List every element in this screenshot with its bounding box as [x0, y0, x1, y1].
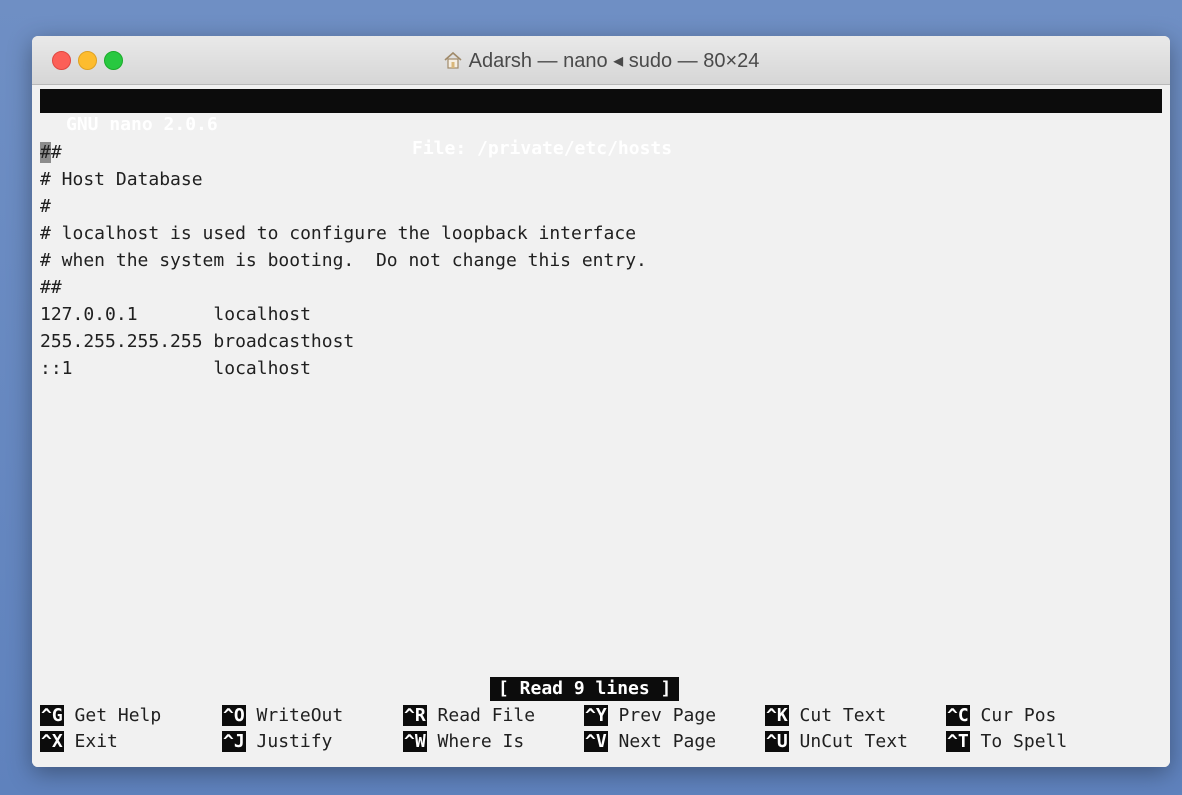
status-message: [ Read 9 lines ] — [490, 677, 680, 701]
shortcut-prev-page[interactable]: ^Y Prev Page — [584, 703, 716, 729]
window-title: Adarsh — nano ◂ sudo — 80×24 — [32, 48, 1170, 73]
home-icon — [444, 51, 462, 69]
text-line: # Host Database — [40, 169, 203, 190]
shortcut-label: Where Is — [437, 731, 525, 752]
shortcut-key: ^O — [222, 705, 246, 726]
shortcut-label: WriteOut — [256, 705, 344, 726]
shortcut-key: ^T — [946, 731, 970, 752]
shortcut-label: Read File — [437, 705, 536, 726]
shortcut-label: UnCut Text — [799, 731, 908, 752]
shortcut-writeout[interactable]: ^O WriteOut — [222, 703, 343, 729]
shortcut-cur-pos[interactable]: ^C Cur Pos — [946, 703, 1056, 729]
window-title-text: Adarsh — nano ◂ sudo — 80×24 — [468, 50, 760, 72]
terminal-content[interactable]: GNU nano 2.0.6 File: /private/etc/hosts … — [32, 85, 1170, 767]
shortcut-label: Justify — [256, 731, 333, 752]
terminal-window: Adarsh — nano ◂ sudo — 80×24 GNU nano 2.… — [32, 36, 1170, 767]
text-line: 127.0.0.1 localhost — [40, 304, 311, 325]
shortcut-key: ^V — [584, 731, 608, 752]
shortcut-get-help[interactable]: ^G Get Help — [40, 703, 161, 729]
shortcut-justify[interactable]: ^J Justify — [222, 729, 332, 755]
shortcut-label: To Spell — [980, 731, 1068, 752]
shortcut-read-file[interactable]: ^R Read File — [403, 703, 535, 729]
nano-header-bar: GNU nano 2.0.6 File: /private/etc/hosts — [40, 89, 1162, 159]
shortcut-where-is[interactable]: ^W Where Is — [403, 729, 524, 755]
shortcut-key: ^G — [40, 705, 64, 726]
shortcut-key: ^R — [403, 705, 427, 726]
shortcut-label: Cur Pos — [980, 705, 1057, 726]
shortcut-to-spell[interactable]: ^T To Spell — [946, 729, 1067, 755]
shortcut-label: Get Help — [74, 705, 162, 726]
shortcut-key: ^K — [765, 705, 789, 726]
text-line: # — [40, 196, 51, 217]
shortcut-exit[interactable]: ^X Exit — [40, 729, 118, 755]
text-line: ::1 localhost — [40, 358, 311, 379]
shortcut-label: Next Page — [618, 731, 717, 752]
shortcut-key: ^J — [222, 731, 246, 752]
text-line: # when the system is booting. Do not cha… — [40, 250, 647, 271]
shortcut-key: ^Y — [584, 705, 608, 726]
text-line: 255.255.255.255 broadcasthost — [40, 331, 355, 352]
shortcut-key: ^C — [946, 705, 970, 726]
shortcut-uncut-text[interactable]: ^U UnCut Text — [765, 729, 908, 755]
text-line: # localhost is used to configure the loo… — [40, 223, 637, 244]
text-cursor: # — [40, 142, 51, 163]
file-name: File: /private/etc/hosts — [412, 138, 673, 159]
shortcut-label: Cut Text — [799, 705, 887, 726]
shortcut-key: ^X — [40, 731, 64, 752]
shortcut-label: Exit — [74, 731, 118, 752]
nano-version: GNU nano 2.0.6 — [66, 114, 218, 135]
shortcut-key: ^W — [403, 731, 427, 752]
shortcut-label: Prev Page — [618, 705, 717, 726]
shortcut-key: ^U — [765, 731, 789, 752]
shortcut-next-page[interactable]: ^V Next Page — [584, 729, 716, 755]
shortcut-cut-text[interactable]: ^K Cut Text — [765, 703, 886, 729]
text-line: ## — [40, 142, 62, 163]
text-line: ## — [40, 277, 62, 298]
title-bar[interactable]: Adarsh — nano ◂ sudo — 80×24 — [32, 36, 1170, 85]
